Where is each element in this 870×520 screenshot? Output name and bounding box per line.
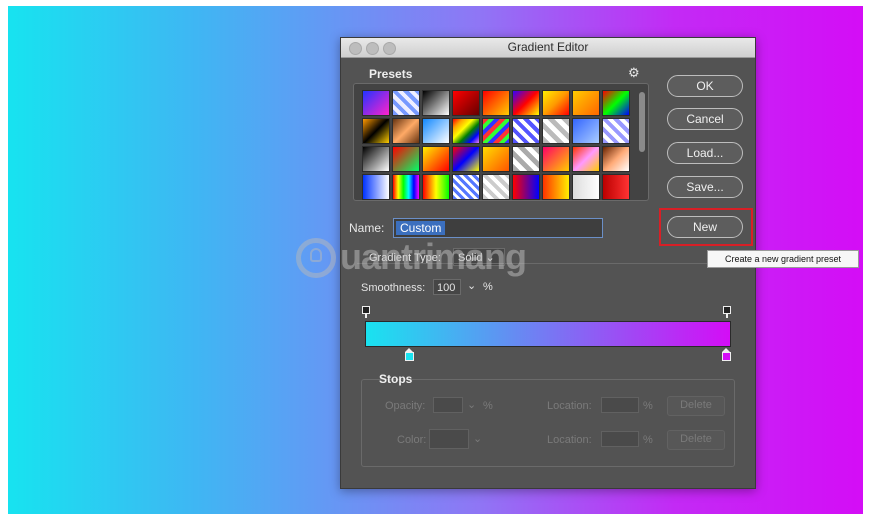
gear-icon[interactable]: ⚙ bbox=[628, 65, 640, 81]
gradient-panel-divider bbox=[357, 263, 745, 264]
preset-swatch[interactable] bbox=[362, 174, 390, 200]
chevron-down-icon[interactable]: ⌄ bbox=[467, 279, 476, 292]
preset-swatch[interactable] bbox=[452, 118, 480, 144]
gradient-preview-bar[interactable] bbox=[365, 321, 731, 347]
preset-swatch[interactable] bbox=[572, 90, 600, 116]
opacity-stop-stem bbox=[726, 314, 728, 318]
preset-swatch[interactable] bbox=[452, 146, 480, 172]
preset-swatch[interactable] bbox=[452, 90, 480, 116]
stops-label: Stops bbox=[379, 372, 413, 386]
preset-swatch[interactable] bbox=[422, 146, 450, 172]
color-label: Color: bbox=[397, 434, 427, 446]
chevron-down-icon[interactable]: ⌄ bbox=[467, 398, 476, 411]
opacity-stop-stem bbox=[365, 314, 367, 318]
preset-swatch[interactable] bbox=[362, 118, 390, 144]
opacity-stop-left[interactable] bbox=[362, 306, 370, 318]
preset-swatch[interactable] bbox=[542, 174, 570, 200]
name-label: Name: bbox=[349, 221, 385, 235]
smoothness-unit: % bbox=[483, 281, 493, 293]
presets-panel bbox=[353, 83, 649, 201]
preset-swatch[interactable] bbox=[542, 118, 570, 144]
opacity-location-label: Location: bbox=[547, 400, 592, 412]
preset-swatch[interactable] bbox=[392, 146, 420, 172]
presets-scrollbar[interactable] bbox=[639, 92, 645, 152]
preset-swatch[interactable] bbox=[392, 174, 420, 200]
preset-swatch[interactable] bbox=[512, 90, 540, 116]
smoothness-field[interactable]: 100 bbox=[433, 279, 461, 295]
gradient-editor-dialog: Gradient Editor Presets ⚙ OK Cancel Load… bbox=[340, 37, 756, 489]
preset-swatch[interactable] bbox=[572, 118, 600, 144]
opacity-location-unit: % bbox=[643, 400, 653, 412]
opacity-stop-icon bbox=[723, 306, 731, 314]
preset-swatch[interactable] bbox=[602, 90, 630, 116]
color-stop-right[interactable] bbox=[722, 348, 731, 361]
preset-swatch[interactable] bbox=[482, 90, 510, 116]
color-location-field[interactable] bbox=[601, 431, 639, 447]
opacity-stop-right[interactable] bbox=[723, 306, 731, 318]
presets-label: Presets bbox=[369, 67, 413, 81]
color-location-label: Location: bbox=[547, 434, 592, 446]
preset-swatch[interactable] bbox=[512, 174, 540, 200]
opacity-location-field[interactable] bbox=[601, 397, 639, 413]
new-button-highlight bbox=[659, 208, 753, 246]
name-value: Custom bbox=[396, 221, 446, 235]
preset-swatch[interactable] bbox=[512, 146, 540, 172]
preset-swatch[interactable] bbox=[392, 90, 420, 116]
load-button[interactable]: Load... bbox=[667, 142, 743, 164]
preset-swatch[interactable] bbox=[362, 90, 390, 116]
stops-panel bbox=[361, 379, 735, 467]
color-swatch-field[interactable] bbox=[429, 429, 469, 449]
save-button[interactable]: Save... bbox=[667, 176, 743, 198]
preset-swatch[interactable] bbox=[602, 146, 630, 172]
preset-swatch[interactable] bbox=[482, 146, 510, 172]
preset-swatch[interactable] bbox=[542, 146, 570, 172]
delete-color-stop-button[interactable]: Delete bbox=[667, 430, 725, 450]
name-field[interactable]: Custom bbox=[393, 218, 603, 238]
preset-swatch[interactable] bbox=[482, 174, 510, 200]
chevron-down-icon[interactable]: ⌄ bbox=[473, 432, 482, 445]
smoothness-label: Smoothness: bbox=[361, 282, 426, 294]
preset-swatch[interactable] bbox=[452, 174, 480, 200]
color-location-unit: % bbox=[643, 434, 653, 446]
preset-swatch[interactable] bbox=[422, 118, 450, 144]
preset-swatch[interactable] bbox=[362, 146, 390, 172]
color-stop-swatch bbox=[722, 352, 731, 361]
preset-swatch[interactable] bbox=[572, 146, 600, 172]
preset-swatch[interactable] bbox=[572, 174, 600, 200]
color-stop-swatch bbox=[405, 352, 414, 361]
opacity-field[interactable] bbox=[433, 397, 463, 413]
preset-swatch[interactable] bbox=[482, 118, 510, 144]
dialog-title: Gradient Editor bbox=[507, 40, 589, 54]
ok-button[interactable]: OK bbox=[667, 75, 743, 97]
preset-swatch[interactable] bbox=[602, 174, 630, 200]
cancel-button[interactable]: Cancel bbox=[667, 108, 743, 130]
preset-swatch[interactable] bbox=[542, 90, 570, 116]
preset-swatch[interactable] bbox=[422, 174, 450, 200]
color-stop-left[interactable] bbox=[405, 348, 414, 361]
opacity-unit: % bbox=[483, 400, 493, 412]
opacity-stop-icon bbox=[362, 306, 370, 314]
preset-swatch[interactable] bbox=[392, 118, 420, 144]
new-preset-tooltip: Create a new gradient preset bbox=[707, 250, 859, 268]
preset-swatch[interactable] bbox=[512, 118, 540, 144]
preset-swatch[interactable] bbox=[602, 118, 630, 144]
preset-swatch-grid bbox=[362, 90, 630, 200]
title-bar[interactable]: Gradient Editor bbox=[341, 38, 755, 58]
preset-swatch[interactable] bbox=[422, 90, 450, 116]
delete-opacity-stop-button[interactable]: Delete bbox=[667, 396, 725, 416]
opacity-label: Opacity: bbox=[385, 400, 426, 412]
